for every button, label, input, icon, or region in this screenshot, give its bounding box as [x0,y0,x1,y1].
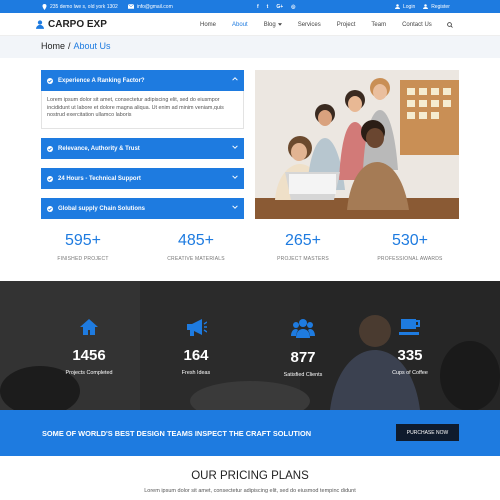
search-button[interactable] [440,13,460,36]
stat-label: Projects Completed [65,370,113,376]
faq-accordion: Experience A Ranking Factor? Lorem ipsum… [41,70,244,219]
caret-down-icon [277,23,282,26]
stat-value: 335 [397,347,423,364]
stat-value: 164 [183,347,209,364]
counter-project-masters: 265+ PROJECT MASTERS [248,232,358,262]
nav-blog-label: Blog [263,21,276,28]
breadcrumb-home[interactable]: Home [41,41,65,51]
check-circle-icon [47,77,53,84]
social-links: f t G+ ◎ [257,4,296,10]
accordion-body: Lorem ipsum dolor sit amet, consectetur … [41,91,244,129]
google-plus-icon[interactable]: G+ [276,4,283,10]
pricing-title: OUR PRICING PLANS [191,470,309,482]
email-item[interactable]: info@gmail.com [127,3,173,10]
megaphone-icon [187,319,208,336]
breadcrumb: Home / About Us [41,41,111,51]
stat-label: Satisfied Clients [283,372,323,378]
site-logo[interactable]: CARPO EXP [36,19,107,30]
twitter-icon[interactable]: t [267,4,269,10]
counter-finished-project: 595+ FINISHED PROJECT [28,232,138,262]
counter-value: 485+ [177,232,215,249]
user-icon [395,4,400,9]
stat-label: Cups of Coffee [392,370,428,376]
chevron-down-icon [232,175,238,179]
nav-team[interactable]: Team [363,13,394,36]
register-link[interactable]: Register [423,4,450,10]
stat-value: 877 [290,349,316,366]
users-icon [291,319,315,338]
email-text: info@gmail.com [136,3,173,10]
stat-projects-completed: 1456 Projects Completed [44,318,134,376]
counter-label: PROJECT MASTERS [277,256,329,262]
accordion-header-relevance[interactable]: Relevance, Authority & Trust [41,138,244,159]
nav-contact[interactable]: Contact Us [394,13,440,36]
logo-text: CARPO EXP [48,19,107,30]
stat-value: 1456 [72,347,106,364]
counter-value: 595+ [64,232,102,249]
accordion-title: 24 Hours - Technical Support [58,175,141,182]
home-icon [80,319,98,335]
nav-home[interactable]: Home [192,13,224,36]
stat-satisfied-clients: 877 Satisfied Clients [258,318,348,378]
dribbble-icon[interactable]: ◎ [291,4,295,10]
cta-text: SOME OF WORLD'S BEST DESIGN TEAMS INSPEC… [42,429,312,438]
counter-label: CREATIVE MATERIALS [167,256,225,262]
stat-fresh-ideas: 164 Fresh Ideas [151,318,241,376]
breadcrumb-separator: / [68,41,71,51]
counter-label: FINISHED PROJECT [57,256,109,262]
check-circle-icon [47,175,53,182]
main-header: CARPO EXP Home About Blog Services Proje… [0,13,500,36]
cta-band: SOME OF WORLD'S BEST DESIGN TEAMS INSPEC… [0,410,500,456]
counter-value: 530+ [391,232,429,249]
login-link[interactable]: Login [395,4,415,10]
nav-project[interactable]: Project [329,13,364,36]
person-logo-icon [36,20,44,29]
check-circle-icon [47,205,53,212]
location-pin-icon [42,3,47,10]
accordion-title: Experience A Ranking Factor? [58,77,145,84]
chevron-up-icon [232,77,238,81]
top-bar: 235 demo lwe s, old york 1302 info@gmail… [0,0,500,13]
purchase-now-button[interactable]: PURCHASE NOW [396,424,459,441]
nav-blog[interactable]: Blog [256,13,290,36]
check-circle-icon [47,145,53,152]
team-photo-illustration [255,70,459,219]
chevron-down-icon [232,145,238,149]
breadcrumb-current: About Us [73,41,111,51]
address-item: 235 demo lwe s, old york 1302 [42,3,118,10]
counter-professional-awards: 530+ PROFESSIONAL AWARDS [355,232,465,262]
login-label: Login [403,3,416,10]
register-label: Register [431,3,450,10]
pricing-subtitle: Lorem ipsum dolor sit amet, consectetur … [144,488,356,494]
breadcrumb-bar: Home / About Us [0,36,500,58]
stat-label: Fresh Ideas [181,370,211,376]
user-plus-icon [423,4,429,9]
search-icon [446,21,453,28]
counter-label: PROFESSIONAL AWARDS [377,256,443,262]
main-nav: Home About Blog Services Project Team Co… [192,13,460,36]
accordion-header-supply-chain[interactable]: Global supply Chain Solutions [41,198,244,219]
address-text: 235 demo lwe s, old york 1302 [50,3,118,10]
accordion-title: Relevance, Authority & Trust [58,145,140,152]
accordion-header-support[interactable]: 24 Hours - Technical Support [41,168,244,189]
envelope-icon [127,4,134,9]
nav-services[interactable]: Services [290,13,329,36]
facebook-icon[interactable]: f [257,4,259,10]
team-photo [255,70,459,219]
counter-creative-materials: 485+ CREATIVE MATERIALS [141,232,251,262]
nav-about[interactable]: About [224,13,256,36]
stat-cups-of-coffee: 335 Cups of Coffee [365,318,455,376]
counter-value: 265+ [284,232,322,249]
coffee-icon [399,319,420,335]
accordion-header-experience[interactable]: Experience A Ranking Factor? [41,70,244,91]
accordion-title: Global supply Chain Solutions [58,205,146,212]
chevron-down-icon [232,205,238,209]
